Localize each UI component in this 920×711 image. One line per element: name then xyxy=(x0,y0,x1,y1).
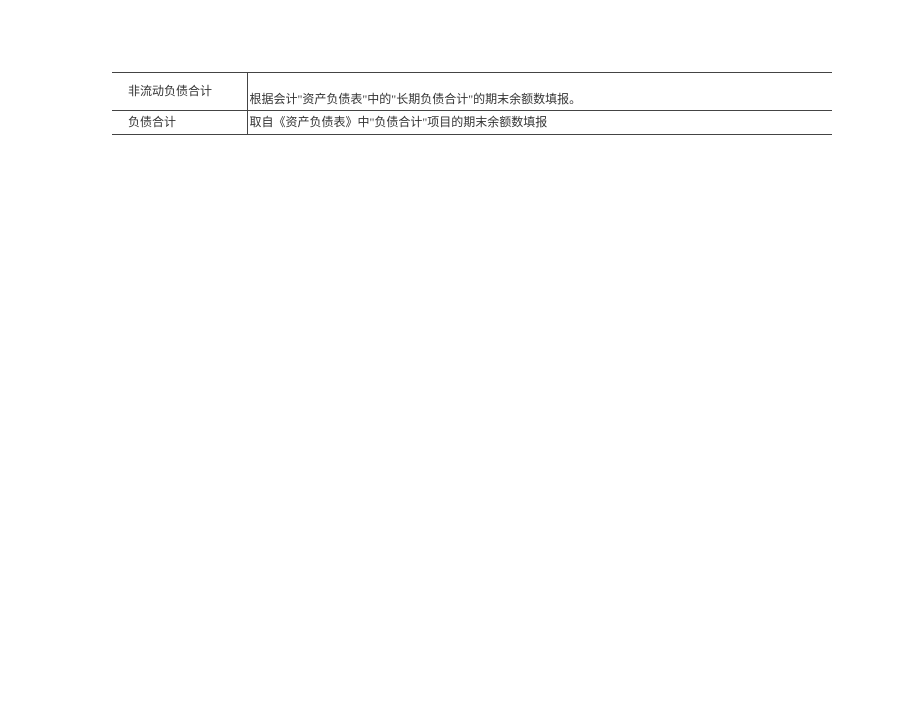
table: 非流动负债合计 根据会计"资产负债表"中的"长期负债合计"的期末余额数填报。 负… xyxy=(112,72,832,135)
row-desc: 取自《资产负债表》中"负债合计"项目的期末余额数填报 xyxy=(250,115,548,129)
row-desc-cell: 根据会计"资产负债表"中的"长期负债合计"的期末余额数填报。 xyxy=(247,73,832,111)
row-desc: 根据会计"资产负债表"中的"长期负债合计"的期末余额数填报。 xyxy=(250,92,582,106)
table-row: 非流动负债合计 根据会计"资产负债表"中的"长期负债合计"的期末余额数填报。 xyxy=(112,73,832,111)
row-desc-cell: 取自《资产负债表》中"负债合计"项目的期末余额数填报 xyxy=(247,110,832,134)
row-label: 非流动负债合计 xyxy=(128,84,212,98)
row-label-cell: 负债合计 xyxy=(112,110,247,134)
liabilities-table: 非流动负债合计 根据会计"资产负债表"中的"长期负债合计"的期末余额数填报。 负… xyxy=(112,72,832,135)
row-label: 负债合计 xyxy=(128,115,176,129)
table-row: 负债合计 取自《资产负债表》中"负债合计"项目的期末余额数填报 xyxy=(112,110,832,134)
row-label-cell: 非流动负债合计 xyxy=(112,73,247,111)
